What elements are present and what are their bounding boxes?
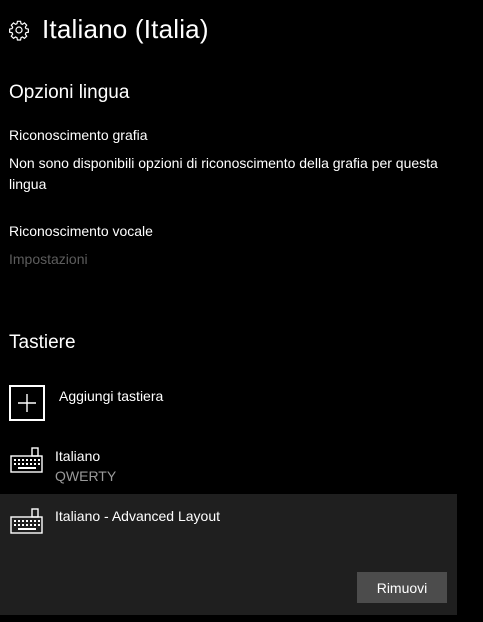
speech-settings-link[interactable]: Impostazioni: [9, 251, 88, 267]
handwriting-label: Riconoscimento grafia: [9, 127, 148, 143]
speech-label: Riconoscimento vocale: [9, 223, 153, 239]
keyboard-icon: [10, 447, 43, 473]
remove-keyboard-button[interactable]: Rimuovi: [357, 572, 447, 603]
keyboard-item-italiano[interactable]: Italiano QWERTY: [0, 438, 457, 490]
language-options-heading: Opzioni lingua: [9, 82, 130, 103]
gear-icon: [9, 20, 29, 41]
handwriting-description: Non sono disponibili opzioni di riconosc…: [9, 155, 438, 192]
keyboard-layout: QWERTY: [55, 468, 117, 484]
keyboard-name: Italiano: [55, 448, 101, 464]
keyboard-item-italiano-advanced[interactable]: Italiano - Advanced Layout Rimuovi: [0, 494, 457, 615]
add-keyboard-label: Aggiungi tastiera: [59, 388, 164, 404]
page-header: Italiano (Italia): [8, 14, 209, 45]
language-settings-page: Italiano (Italia) Opzioni lingua Riconos…: [0, 0, 483, 622]
keyboard-name: Italiano - Advanced Layout: [55, 508, 221, 524]
page-title: Italiano (Italia): [42, 14, 209, 44]
add-keyboard-button[interactable]: Aggiungi tastiera: [9, 385, 163, 421]
plus-icon: [9, 385, 45, 421]
keyboards-heading: Tastiere: [9, 332, 76, 353]
keyboard-icon: [10, 508, 43, 534]
